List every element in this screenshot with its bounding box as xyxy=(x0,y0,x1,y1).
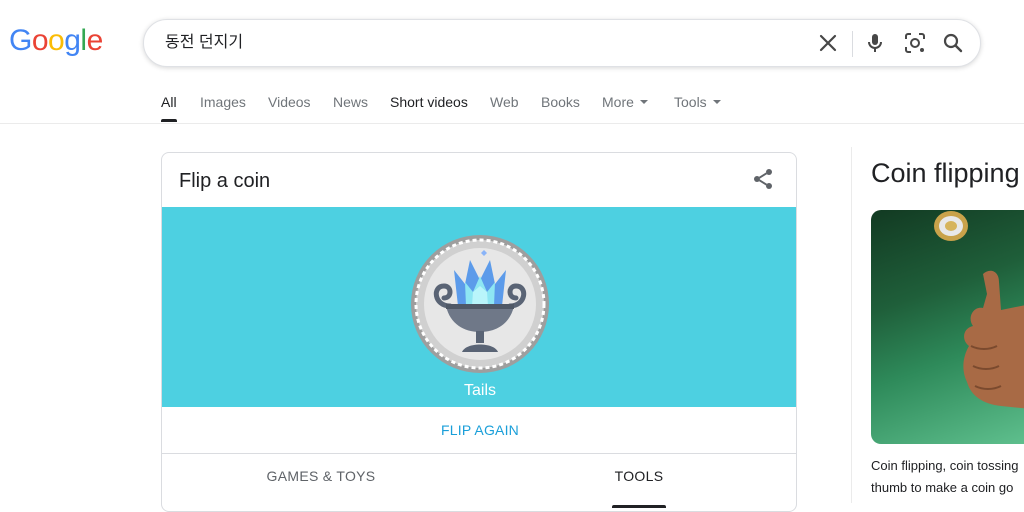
knowledge-panel-title[interactable]: Coin flipping xyxy=(871,158,1020,188)
logo-letter: G xyxy=(9,24,32,57)
category-tab-tools[interactable]: TOOLS xyxy=(480,454,796,508)
tab-tools-label: Tools xyxy=(674,94,707,110)
logo-letter: g xyxy=(64,24,81,57)
chevron-down-icon xyxy=(712,100,721,105)
tab-web[interactable]: Web xyxy=(490,88,519,122)
search-box[interactable]: 동전 던지기 xyxy=(143,19,981,67)
camera-lens-icon[interactable] xyxy=(903,31,927,55)
logo-letter: e xyxy=(86,24,104,57)
coin-flip-card: Flip a coin Tails FLIP AGAIN GAMES & TOY… xyxy=(161,152,797,512)
coin-tails-icon[interactable] xyxy=(410,234,550,374)
tab-more[interactable]: More xyxy=(602,88,648,122)
logo-letter: o xyxy=(31,24,49,57)
card-title: Flip a coin xyxy=(179,170,271,192)
flip-again-button[interactable]: FLIP AGAIN xyxy=(162,407,796,454)
close-icon[interactable] xyxy=(816,31,840,55)
tab-all[interactable]: All xyxy=(161,88,177,122)
tab-more-label: More xyxy=(602,94,634,110)
search-tabs: All Images Videos News Short videos Web … xyxy=(0,88,1024,124)
coin-flip-photo[interactable] xyxy=(871,210,1024,444)
coin-display[interactable]: Tails xyxy=(162,207,796,407)
knowledge-panel-snippet-line2: thumb to make a coin go xyxy=(871,480,1014,495)
chevron-down-icon xyxy=(639,100,648,105)
search-divider xyxy=(852,31,853,57)
panel-divider xyxy=(851,147,852,503)
category-tab-games-toys[interactable]: GAMES & TOYS xyxy=(162,454,480,500)
thumbs-up-coin-image xyxy=(934,211,1024,409)
tab-tools[interactable]: Tools xyxy=(674,88,721,122)
tab-images[interactable]: Images xyxy=(200,88,246,122)
tab-news[interactable]: News xyxy=(333,88,368,122)
tab-videos[interactable]: Videos xyxy=(268,88,311,122)
coin-result-label: Tails xyxy=(463,382,496,399)
google-logo[interactable]: Google xyxy=(9,24,103,58)
microphone-icon[interactable] xyxy=(863,31,887,55)
search-input[interactable]: 동전 던지기 xyxy=(165,20,243,66)
tab-short-videos[interactable]: Short videos xyxy=(390,88,468,122)
knowledge-panel-snippet-line1: Coin flipping, coin tossing xyxy=(871,458,1019,473)
tab-books[interactable]: Books xyxy=(541,88,580,122)
logo-letter: o xyxy=(48,24,65,57)
share-icon[interactable] xyxy=(751,167,775,191)
search-icon[interactable] xyxy=(941,31,965,55)
